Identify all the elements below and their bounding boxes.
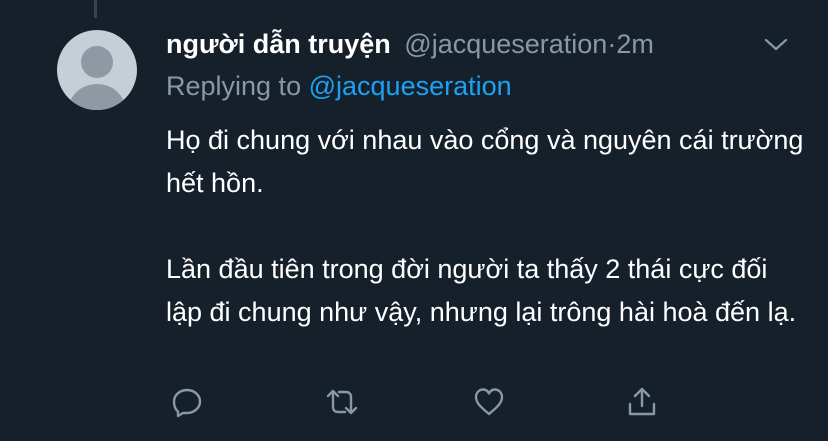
author-handle[interactable]: @jacqueseration [404, 29, 607, 59]
like-icon [474, 388, 504, 416]
tweet-text: Họ đi chung với nhau vào cổng và nguyên … [166, 119, 806, 334]
avatar[interactable] [57, 30, 137, 110]
separator-dot: · [607, 29, 617, 59]
share-icon [628, 387, 656, 416]
reply-button[interactable] [170, 385, 204, 419]
retweet-icon [326, 389, 358, 415]
share-button[interactable] [625, 385, 659, 419]
reply-icon [172, 388, 202, 418]
tweet-header: người dẫn truyện @jacqueseration·2m [166, 27, 654, 61]
like-button[interactable] [472, 385, 506, 419]
retweet-button[interactable] [325, 385, 359, 419]
tweet-action-bar [0, 385, 828, 421]
replying-to-line: Replying to @jacqueseration [166, 69, 512, 103]
avatar-body-shape [69, 84, 125, 110]
avatar-head-shape [81, 46, 113, 78]
display-name[interactable]: người dẫn truyện [166, 29, 391, 59]
replying-to-label: Replying to [166, 71, 302, 101]
timestamp[interactable]: 2m [616, 29, 654, 59]
more-options-chevron-down-icon[interactable] [763, 34, 789, 54]
thread-connector-line [94, 0, 97, 18]
tweet-paragraph: Lần đầu tiên trong đời người ta thấy 2 t… [166, 254, 797, 327]
replying-to-handle-link[interactable]: @jacqueseration [309, 71, 512, 101]
tweet-paragraph: Họ đi chung với nhau vào cổng và nguyên … [166, 125, 804, 198]
